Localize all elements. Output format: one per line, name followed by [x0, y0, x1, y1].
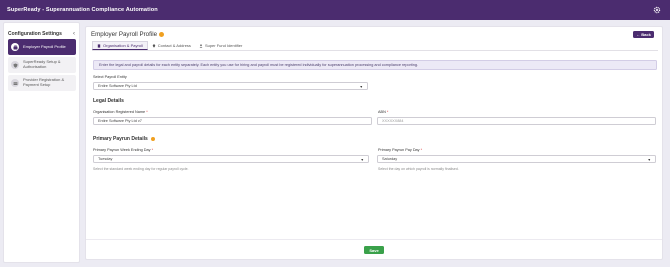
week-ending-hint: Select the standard week ending day for … [93, 167, 189, 171]
page-title: Employer Payroll Profile [91, 31, 158, 38]
chevron-left-icon[interactable]: ‹ [73, 31, 75, 37]
tab-super-fund-identifier[interactable]: Super Fund Identifier [195, 41, 246, 50]
tab-label: Contact & Address [157, 43, 191, 48]
building-icon [97, 43, 101, 48]
chevron-down-icon: ▼ [359, 85, 363, 89]
legal-details-heading: Legal Details [93, 98, 124, 104]
sidebar-item-label: Provider Registration & Payment Setup [23, 77, 65, 87]
sidebar-item-label: SuperReady Setup & Authorisation [23, 59, 61, 69]
info-icon[interactable] [150, 136, 156, 142]
org-name-label: Organisation Registered Name * [93, 110, 148, 114]
week-ending-select[interactable]: Tuesday ▼ [93, 155, 369, 163]
card-icon [11, 79, 19, 87]
briefcase-icon [11, 43, 19, 51]
main-panel: Employer Payroll Profile ← Back Organisa… [85, 26, 663, 260]
abn-field[interactable]: XXXXXX884 [377, 117, 656, 125]
sidebar-item-employer-payroll-profile[interactable]: Employer Payroll Profile [8, 39, 76, 55]
tab-label: Organisation & Payroll [103, 43, 143, 48]
pay-day-label: Primary Payrun Pay Day * [378, 148, 423, 152]
tab-bar: Organisation & Payroll Contact & Address… [92, 41, 658, 51]
info-icon[interactable] [159, 32, 165, 37]
payrun-details-heading: Primary Payrun Details [93, 136, 156, 142]
sidebar-item-superready-setup[interactable]: SuperReady Setup & Authorisation [8, 57, 76, 73]
sidebar-item-provider-registration[interactable]: Provider Registration & Payment Setup [8, 75, 76, 91]
shield-icon [11, 61, 19, 69]
divider [86, 239, 662, 240]
sidebar: Configuration Settings ‹ Employer Payrol… [3, 22, 80, 263]
pay-day-select[interactable]: Saturday ▼ [377, 155, 656, 163]
org-name-field[interactable]: Entire Software Pty Ltd v7 [93, 117, 372, 125]
sidebar-title: Configuration Settings [8, 30, 62, 37]
entity-label: Select Payroll Entity [93, 75, 127, 79]
week-ending-label: Primary Payrun Week Ending Day * [93, 148, 154, 152]
payroll-entity-select[interactable]: Entire Software Pty Ltd ▼ [93, 82, 368, 90]
gear-icon[interactable] [653, 6, 661, 14]
tab-label: Super Fund Identifier [204, 43, 243, 48]
save-button[interactable]: Save [364, 246, 384, 254]
tab-organisation-payroll[interactable]: Organisation & Payroll [92, 41, 148, 50]
back-button[interactable]: ← Back [633, 31, 654, 38]
user-icon [199, 43, 203, 48]
pay-day-hint: Select the day on which payroll is norma… [378, 167, 459, 171]
chevron-down-icon: ▼ [647, 158, 651, 162]
app-header: SuperReady - Superannuation Compliance A… [0, 0, 670, 20]
tab-contact-address[interactable]: Contact & Address [148, 41, 195, 50]
sidebar-item-label: Employer Payroll Profile [23, 43, 66, 49]
payroll-entity-value: Entire Software Pty Ltd [98, 84, 137, 88]
abn-label: ABN * [378, 110, 389, 114]
pay-day-value: Saturday [382, 157, 398, 161]
info-notice: Enter the legal and payroll details for … [93, 60, 657, 70]
location-pin-icon [152, 43, 155, 48]
week-ending-value: Tuesday [98, 157, 113, 161]
chevron-down-icon: ▼ [360, 158, 364, 162]
app-title: SuperReady - Superannuation Compliance A… [7, 7, 158, 13]
